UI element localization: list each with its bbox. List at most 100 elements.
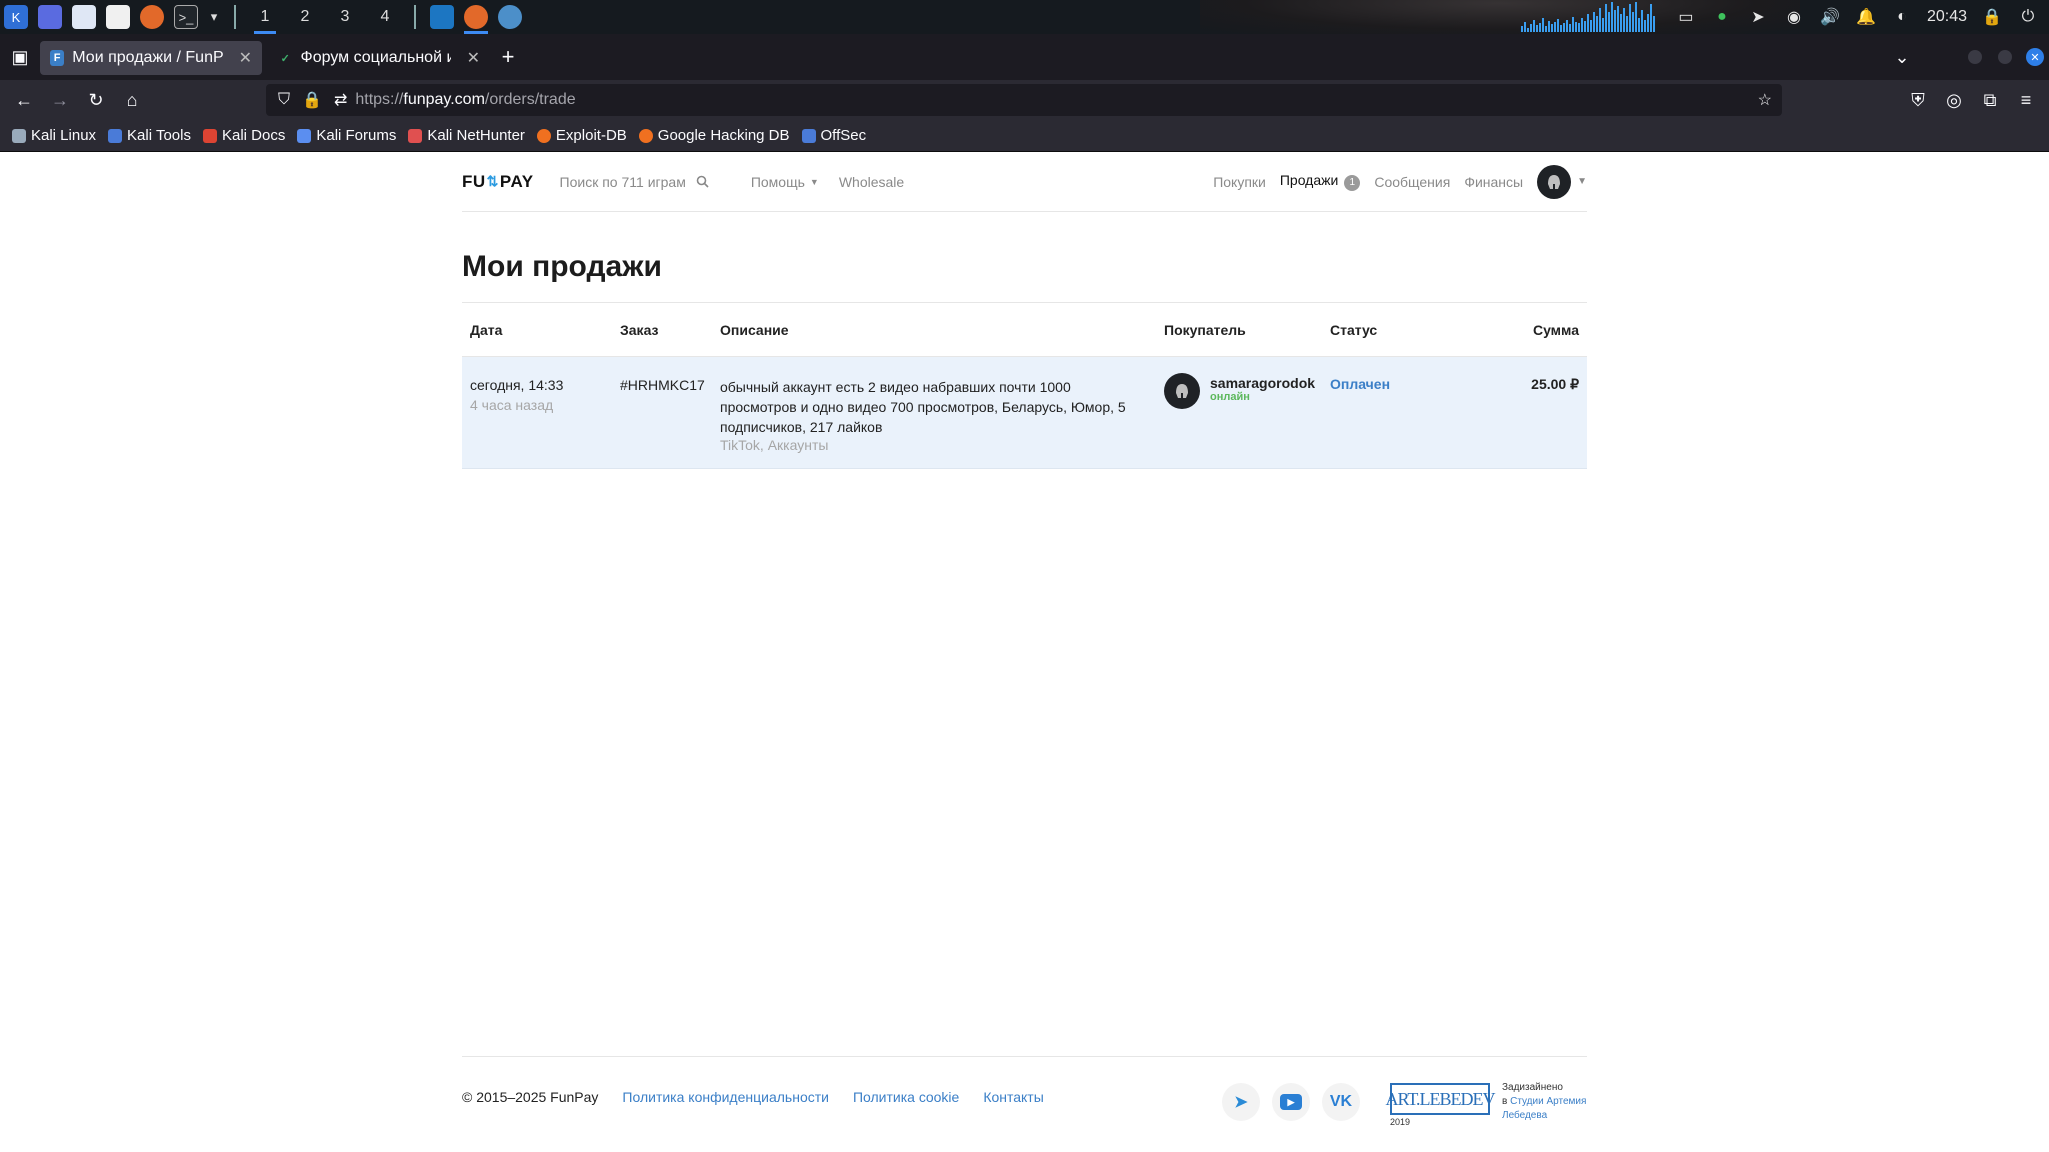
clock[interactable]: 20:43 bbox=[1927, 8, 1967, 26]
table-row[interactable]: сегодня, 14:33 4 часа назад #HRHMKC17 об… bbox=[462, 357, 1587, 469]
funpay-favicon-icon: F bbox=[50, 50, 65, 66]
maximize-window-icon[interactable] bbox=[1998, 50, 2012, 64]
nav-sales[interactable]: Продажи 1 bbox=[1280, 172, 1361, 191]
url-path: /orders/trade bbox=[484, 91, 576, 108]
game-search[interactable]: Поиск по 711 играм bbox=[560, 174, 709, 190]
permissions-icon[interactable]: ⇄ bbox=[334, 90, 347, 110]
order-id[interactable]: #HRHMKC17 bbox=[620, 377, 705, 393]
firefox-app-icon[interactable] bbox=[464, 5, 488, 34]
url-host: funpay.com bbox=[403, 91, 485, 108]
caret-down-icon: ▼ bbox=[809, 176, 819, 187]
back-icon[interactable]: ← bbox=[6, 84, 42, 116]
minimize-window-icon[interactable] bbox=[1968, 50, 1982, 64]
youtube-icon[interactable]: ▶ bbox=[1272, 1083, 1310, 1121]
show-desktop-icon[interactable] bbox=[38, 5, 62, 29]
wholesale-link[interactable]: Wholesale bbox=[839, 174, 904, 190]
footer-link-cookie[interactable]: Политика cookie bbox=[853, 1089, 959, 1105]
notification-bell-icon[interactable]: 🔔 bbox=[1855, 6, 1877, 28]
file-manager-icon[interactable] bbox=[72, 5, 96, 29]
telegram-icon[interactable]: ➤ bbox=[1222, 1083, 1260, 1121]
kali-dragon-icon bbox=[12, 128, 26, 143]
footer-link-contacts[interactable]: Контакты bbox=[983, 1089, 1043, 1105]
bookmark-label: Exploit-DB bbox=[555, 127, 627, 144]
buyer-cell[interactable]: samaragorodok онлайн bbox=[1164, 373, 1315, 409]
forward-icon[interactable]: → bbox=[42, 84, 78, 116]
buyer-avatar[interactable] bbox=[1164, 373, 1200, 409]
xbox-icon[interactable]: ● bbox=[1711, 6, 1733, 28]
menu-icon[interactable]: ≡ bbox=[2008, 84, 2044, 116]
terminal-icon[interactable]: >_ bbox=[174, 5, 198, 29]
account-icon[interactable]: ◎ bbox=[1936, 84, 1972, 116]
close-tab-icon[interactable]: ✕ bbox=[467, 48, 480, 68]
credit-studio-link[interactable]: Студии Артемия Лебедева bbox=[1502, 1096, 1586, 1121]
nav-finance[interactable]: Финансы bbox=[1464, 174, 1523, 190]
help-dropdown[interactable]: Помощь ▼ bbox=[751, 174, 819, 190]
header-order: Заказ bbox=[620, 321, 659, 338]
firefox-launcher-icon[interactable] bbox=[140, 5, 164, 29]
chevron-down-icon[interactable]: ▾ bbox=[208, 5, 220, 29]
helmet-avatar-icon bbox=[1176, 384, 1188, 398]
helmet-avatar-icon bbox=[1548, 174, 1561, 189]
telegram-app-icon[interactable] bbox=[498, 5, 522, 29]
nav-messages[interactable]: Сообщения bbox=[1374, 174, 1450, 190]
url-prefix: https:// bbox=[355, 91, 404, 108]
extensions-icon[interactable]: ⧉ bbox=[1972, 84, 2008, 116]
buyer-name[interactable]: samaragorodok bbox=[1210, 375, 1315, 391]
text-editor-icon[interactable] bbox=[106, 5, 130, 29]
vk-icon[interactable]: VK bbox=[1322, 1083, 1360, 1121]
bookmark-label: Kali Forums bbox=[316, 127, 397, 144]
workspace-1[interactable]: 1 bbox=[250, 0, 280, 34]
tracking-protection-icon[interactable]: ⛉ bbox=[278, 91, 290, 109]
caret-down-icon: ▼ bbox=[1577, 176, 1587, 187]
window-icon[interactable]: ▭ bbox=[1675, 6, 1697, 28]
page-title: Мои продажи bbox=[462, 250, 662, 283]
close-tab-icon[interactable]: ✕ bbox=[239, 48, 252, 68]
nav-purchases[interactable]: Покупки bbox=[1213, 174, 1266, 190]
lock-icon[interactable]: 🔒 bbox=[302, 90, 322, 110]
artlebedev-logo[interactable]: ART.LEBEDEV 2019 bbox=[1385, 1083, 1496, 1127]
reload-icon[interactable]: ↻ bbox=[78, 84, 114, 116]
bookmark-exploit-db[interactable]: Exploit-DB bbox=[536, 127, 627, 144]
header-date: Дата bbox=[470, 321, 503, 338]
bookmark-offsec[interactable]: OffSec bbox=[801, 127, 866, 144]
taskbar-separator bbox=[414, 5, 416, 29]
workspace-4[interactable]: 4 bbox=[370, 0, 400, 34]
logout-icon[interactable]: ⏻ bbox=[2017, 6, 2039, 28]
user-menu[interactable]: ▼ bbox=[1537, 164, 1587, 199]
pocket-icon[interactable]: ⛨ bbox=[1900, 84, 1936, 116]
bookmark-google-hacking-db[interactable]: Google Hacking DB bbox=[638, 127, 790, 144]
user-avatar bbox=[1537, 164, 1572, 199]
bookmark-kali-docs[interactable]: Kali Docs bbox=[202, 127, 285, 144]
address-bar[interactable]: ⛉ 🔒 ⇄ https://funpay.com/orders/trade ☆ bbox=[266, 84, 1782, 116]
telegram-tray-icon[interactable]: ➤ bbox=[1747, 6, 1769, 28]
list-all-tabs-icon[interactable]: ⌄ bbox=[1884, 41, 1920, 73]
url-text: https://funpay.com/orders/trade bbox=[355, 91, 575, 109]
bookmark-kali-forums[interactable]: Kali Forums bbox=[297, 127, 396, 144]
bookmark-kali-tools[interactable]: Kali Tools bbox=[108, 127, 191, 144]
kali-menu-icon[interactable]: K bbox=[4, 5, 28, 29]
tab-forum[interactable]: ✓ Форум социальной инже ✕ bbox=[268, 41, 490, 75]
home-icon[interactable]: ⌂ bbox=[114, 84, 150, 116]
site-footer: © 2015–2025 FunPay Политика конфиденциал… bbox=[462, 1056, 1587, 1152]
web-page: FU ⇅ PAY Поиск по 711 играм Помощь ▼ Whole… bbox=[0, 152, 2049, 1152]
tab-overview-icon[interactable]: ▣ bbox=[0, 41, 40, 73]
bookmark-kali-nethunter[interactable]: Kali NetHunter bbox=[408, 127, 525, 144]
lock-screen-icon[interactable]: 🔒 bbox=[1981, 6, 2003, 28]
workspace-3[interactable]: 3 bbox=[330, 0, 360, 34]
tab-funpay-sales[interactable]: F Мои продажи / FunPay ✕ bbox=[40, 41, 262, 75]
new-tab-icon[interactable]: + bbox=[490, 41, 526, 73]
bookmark-star-icon[interactable]: ☆ bbox=[1758, 90, 1772, 110]
order-sum: 25.00 ₽ bbox=[1531, 376, 1579, 392]
power-manager-icon[interactable]: ◐ bbox=[1891, 6, 1913, 28]
close-window-icon[interactable]: ✕ bbox=[2026, 48, 2044, 66]
steam-icon[interactable]: ◉ bbox=[1783, 6, 1805, 28]
footer-link-privacy[interactable]: Политика конфиденциальности bbox=[622, 1089, 829, 1105]
funpay-logo[interactable]: FU ⇅ PAY bbox=[462, 172, 534, 192]
volume-icon[interactable]: 🔊 bbox=[1819, 6, 1841, 28]
workspace-2[interactable]: 2 bbox=[290, 0, 320, 34]
order-date-cell: сегодня, 14:33 4 часа назад bbox=[470, 377, 563, 413]
bookmark-kali-linux[interactable]: Kali Linux bbox=[12, 127, 96, 144]
browser-tab-bar: ▣ F Мои продажи / FunPay ✕ ✓ Форум социа… bbox=[0, 34, 2049, 80]
order-category: TikTok, Аккаунты bbox=[720, 437, 829, 453]
vscode-app-icon[interactable] bbox=[430, 5, 454, 29]
